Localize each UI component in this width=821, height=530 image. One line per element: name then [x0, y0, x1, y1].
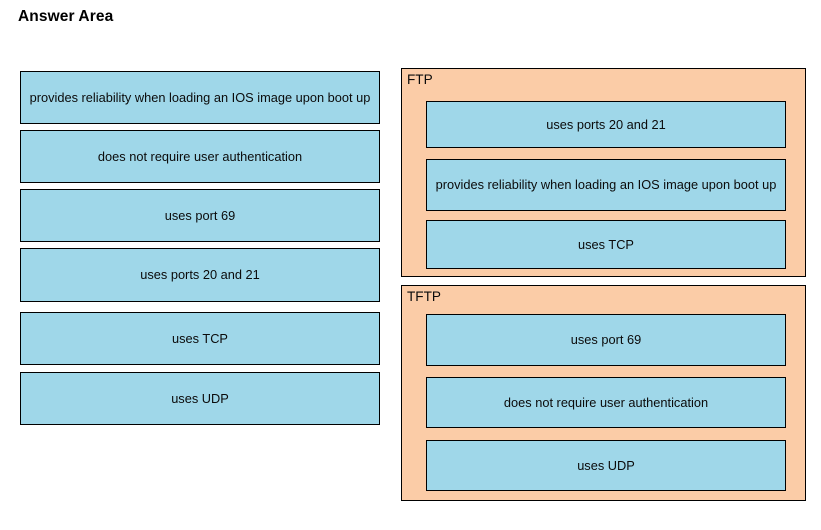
source-tile-label: provides reliability when loading an IOS…: [29, 89, 371, 105]
answer-area-root: Answer Area provides reliability when lo…: [0, 0, 821, 530]
tftp-tile-0[interactable]: uses port 69: [426, 314, 786, 366]
source-tile-4[interactable]: uses TCP: [20, 312, 380, 365]
source-tile-3[interactable]: uses ports 20 and 21: [20, 248, 380, 302]
ftp-tile-label: uses TCP: [578, 236, 634, 252]
source-tile-1[interactable]: does not require user authentication: [20, 130, 380, 183]
tftp-tile-label: uses UDP: [577, 457, 635, 473]
source-tile-label: uses ports 20 and 21: [140, 267, 260, 282]
draggable-options-column: provides reliability when loading an IOS…: [0, 0, 395, 530]
tftp-tile-label: uses port 69: [570, 332, 642, 347]
drop-panel-tftp[interactable]: TFTP uses port 69 does not require user …: [401, 285, 806, 501]
ftp-tile-label: provides reliability when loading an IOS…: [435, 177, 777, 192]
ftp-tile-0[interactable]: uses ports 20 and 21: [426, 101, 786, 148]
drop-panel-ftp[interactable]: FTP uses ports 20 and 21 provides reliab…: [401, 68, 806, 277]
source-tile-label: uses port 69: [164, 207, 236, 223]
tftp-tile-label: does not require user authentication: [503, 394, 709, 410]
ftp-tile-1[interactable]: provides reliability when loading an IOS…: [426, 159, 786, 211]
tftp-tile-1[interactable]: does not require user authentication: [426, 377, 786, 428]
source-tile-label: uses TCP: [172, 330, 228, 346]
source-tile-0[interactable]: provides reliability when loading an IOS…: [20, 71, 380, 124]
source-tile-label: uses UDP: [171, 390, 229, 406]
source-tile-2[interactable]: uses port 69: [20, 189, 380, 242]
drop-panel-ftp-label: FTP: [407, 72, 433, 87]
source-tile-5[interactable]: uses UDP: [20, 372, 380, 425]
tftp-tile-2[interactable]: uses UDP: [426, 440, 786, 491]
drop-panel-tftp-label: TFTP: [407, 289, 441, 304]
source-tile-label: does not require user authentication: [97, 148, 303, 164]
ftp-tile-label: uses ports 20 and 21: [546, 116, 666, 132]
ftp-tile-2[interactable]: uses TCP: [426, 220, 786, 269]
